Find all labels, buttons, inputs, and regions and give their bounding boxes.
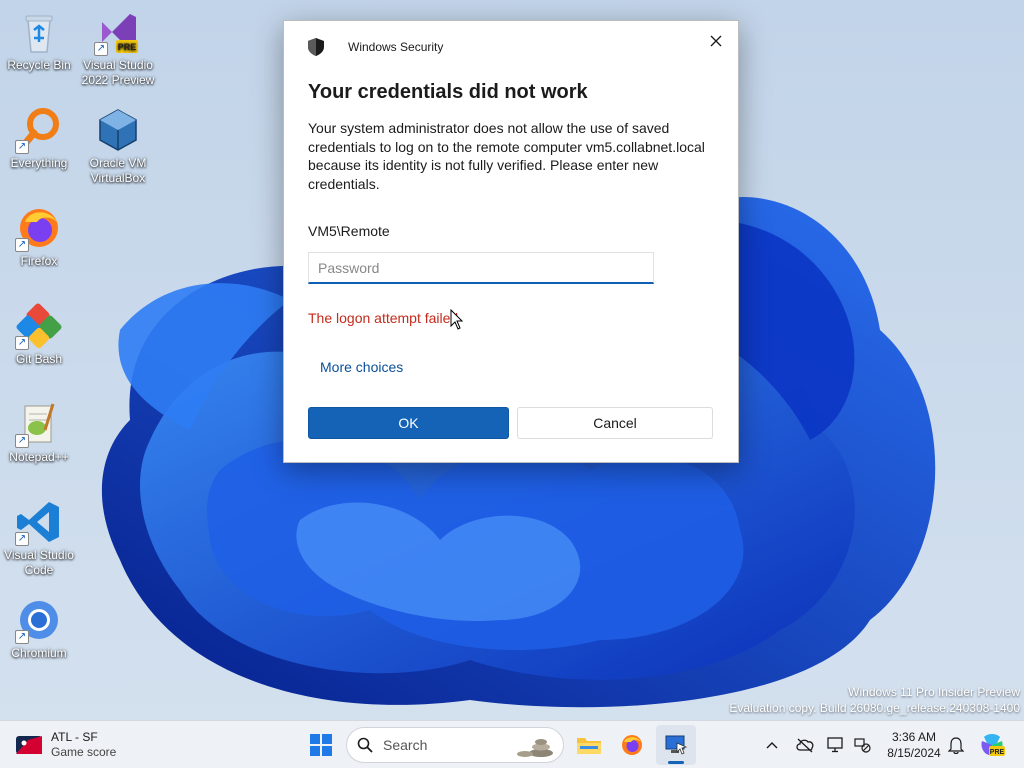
notepad-plus-plus-icon: ↗	[15, 400, 63, 448]
desktop-icon-label: Git Bash	[15, 352, 63, 366]
copilot-button[interactable]: PRE	[978, 731, 1006, 759]
desktop-icon-firefox[interactable]: ↗ Firefox	[0, 204, 79, 269]
desktop-icon-recycle-bin[interactable]: Recycle Bin	[0, 8, 79, 73]
file-explorer-button[interactable]	[569, 725, 609, 765]
desktop-icon-visual-studio-code[interactable]: ↗ Visual Studio Code	[0, 498, 79, 578]
close-icon	[710, 35, 722, 47]
logon-error-message: The logon attempt failed	[308, 310, 459, 326]
network-button[interactable]	[850, 733, 874, 757]
desktop-icon-label: Oracle VM VirtualBox	[89, 156, 147, 185]
desktop-icon-label: Notepad++	[9, 450, 69, 464]
desktop-icon-label: Visual Studio 2022 Preview	[81, 58, 155, 87]
taskbar-search-box[interactable]: Search	[346, 727, 564, 763]
search-highlight-stones-icon	[517, 739, 553, 757]
mouse-cursor-icon	[450, 309, 464, 330]
desktop-icon-label: Firefox	[20, 254, 58, 268]
network-disconnected-icon	[854, 738, 871, 753]
shortcut-arrow-icon: ↗	[15, 532, 29, 546]
bell-icon	[948, 737, 964, 754]
desktop-icon-notepad-plus-plus[interactable]: ↗ Notepad++	[0, 400, 79, 465]
password-field[interactable]	[308, 252, 654, 284]
dialog-heading: Your credentials did not work	[308, 81, 588, 103]
shortcut-arrow-icon: ↗	[94, 42, 108, 56]
system-clock[interactable]: 3:36 AM 8/15/2024	[878, 729, 950, 761]
notifications-button[interactable]	[944, 733, 968, 757]
widget-title: ATL - SF	[51, 730, 98, 744]
dialog-app-title: Windows Security	[348, 40, 444, 54]
virtualbox-icon	[94, 106, 142, 154]
chevron-up-icon	[766, 742, 778, 749]
shortcut-arrow-icon: ↗	[15, 630, 29, 644]
desktop-icon-label: Chromium	[11, 646, 67, 660]
desktop-icon-oracle-vm-virtualbox[interactable]: Oracle VM VirtualBox	[78, 106, 158, 186]
remote-desktop-taskbar-button[interactable]	[656, 725, 696, 765]
onedrive-offline-button[interactable]	[793, 733, 817, 757]
search-label: Search	[383, 737, 428, 753]
recycle-bin-icon	[15, 8, 63, 56]
cloud-offline-icon	[796, 738, 814, 753]
copilot-pre-badge: PRE	[990, 749, 1005, 756]
desktop-icon-label: Everything	[10, 156, 68, 170]
show-hidden-icons-button[interactable]	[760, 733, 784, 757]
shortcut-arrow-icon: ↗	[15, 336, 29, 350]
dialog-message: Your system administrator does not allow…	[308, 120, 705, 192]
firefox-icon	[622, 735, 642, 755]
chromium-icon: ↗	[15, 596, 63, 644]
everything-search-icon: ↗	[15, 106, 63, 154]
sports-widget[interactable]: ATL - SF Game score	[16, 729, 116, 761]
folder-icon	[577, 738, 601, 754]
shortcut-arrow-icon: ↗	[15, 238, 29, 252]
mlb-logo-icon	[16, 736, 42, 754]
clock-time: 3:36 AM	[891, 730, 937, 744]
active-app-indicator	[668, 761, 684, 764]
search-icon	[357, 737, 373, 753]
git-bash-icon: ↗	[15, 302, 63, 350]
desktop-icon-label: Recycle Bin	[7, 58, 71, 72]
monitor-icon	[827, 737, 843, 753]
desktop-icon-chromium[interactable]: ↗ Chromium	[0, 596, 79, 661]
windows-security-dialog: Windows Security Your credentials did no…	[283, 20, 739, 463]
shortcut-arrow-icon: ↗	[15, 434, 29, 448]
pre-badge: PRE	[118, 42, 137, 52]
start-button[interactable]	[301, 725, 341, 765]
desktop-icon-label: Visual Studio Code	[4, 548, 74, 577]
desktop-icon-git-bash[interactable]: ↗ Git Bash	[0, 302, 79, 367]
vscode-icon: ↗	[15, 498, 63, 546]
more-choices-link[interactable]: More choices	[320, 359, 403, 375]
copilot-icon: PRE	[981, 734, 1005, 756]
taskbar: ATL - SF Game score Search 3:36 AM 8/15/…	[0, 720, 1024, 768]
watermark-line-1: Windows 11 Pro Insider Preview	[848, 685, 1020, 699]
firefox-taskbar-button[interactable]	[612, 725, 652, 765]
windows-evaluation-watermark: Windows 11 Pro Insider Preview Evaluatio…	[729, 684, 1020, 716]
windows-logo-icon	[310, 734, 332, 756]
desktop-icon-everything[interactable]: ↗ Everything	[0, 106, 79, 171]
visual-studio-icon: PRE ↗	[94, 8, 142, 56]
display-settings-button[interactable]	[824, 733, 848, 757]
desktop-icon-visual-studio-2022-preview[interactable]: PRE ↗ Visual Studio 2022 Preview	[78, 8, 158, 88]
shield-icon	[308, 38, 324, 56]
clock-date: 8/15/2024	[887, 746, 941, 760]
shortcut-arrow-icon: ↗	[15, 140, 29, 154]
widget-subtitle: Game score	[51, 745, 117, 759]
username-label: VM5\Remote	[308, 223, 390, 239]
watermark-line-2: Evaluation copy. Build 26080.ge_release.…	[729, 701, 1020, 715]
cancel-button[interactable]: Cancel	[517, 407, 713, 439]
ok-button[interactable]: OK	[308, 407, 509, 439]
remote-desktop-icon	[665, 735, 688, 755]
firefox-icon: ↗	[15, 204, 63, 252]
close-button[interactable]	[702, 27, 730, 55]
